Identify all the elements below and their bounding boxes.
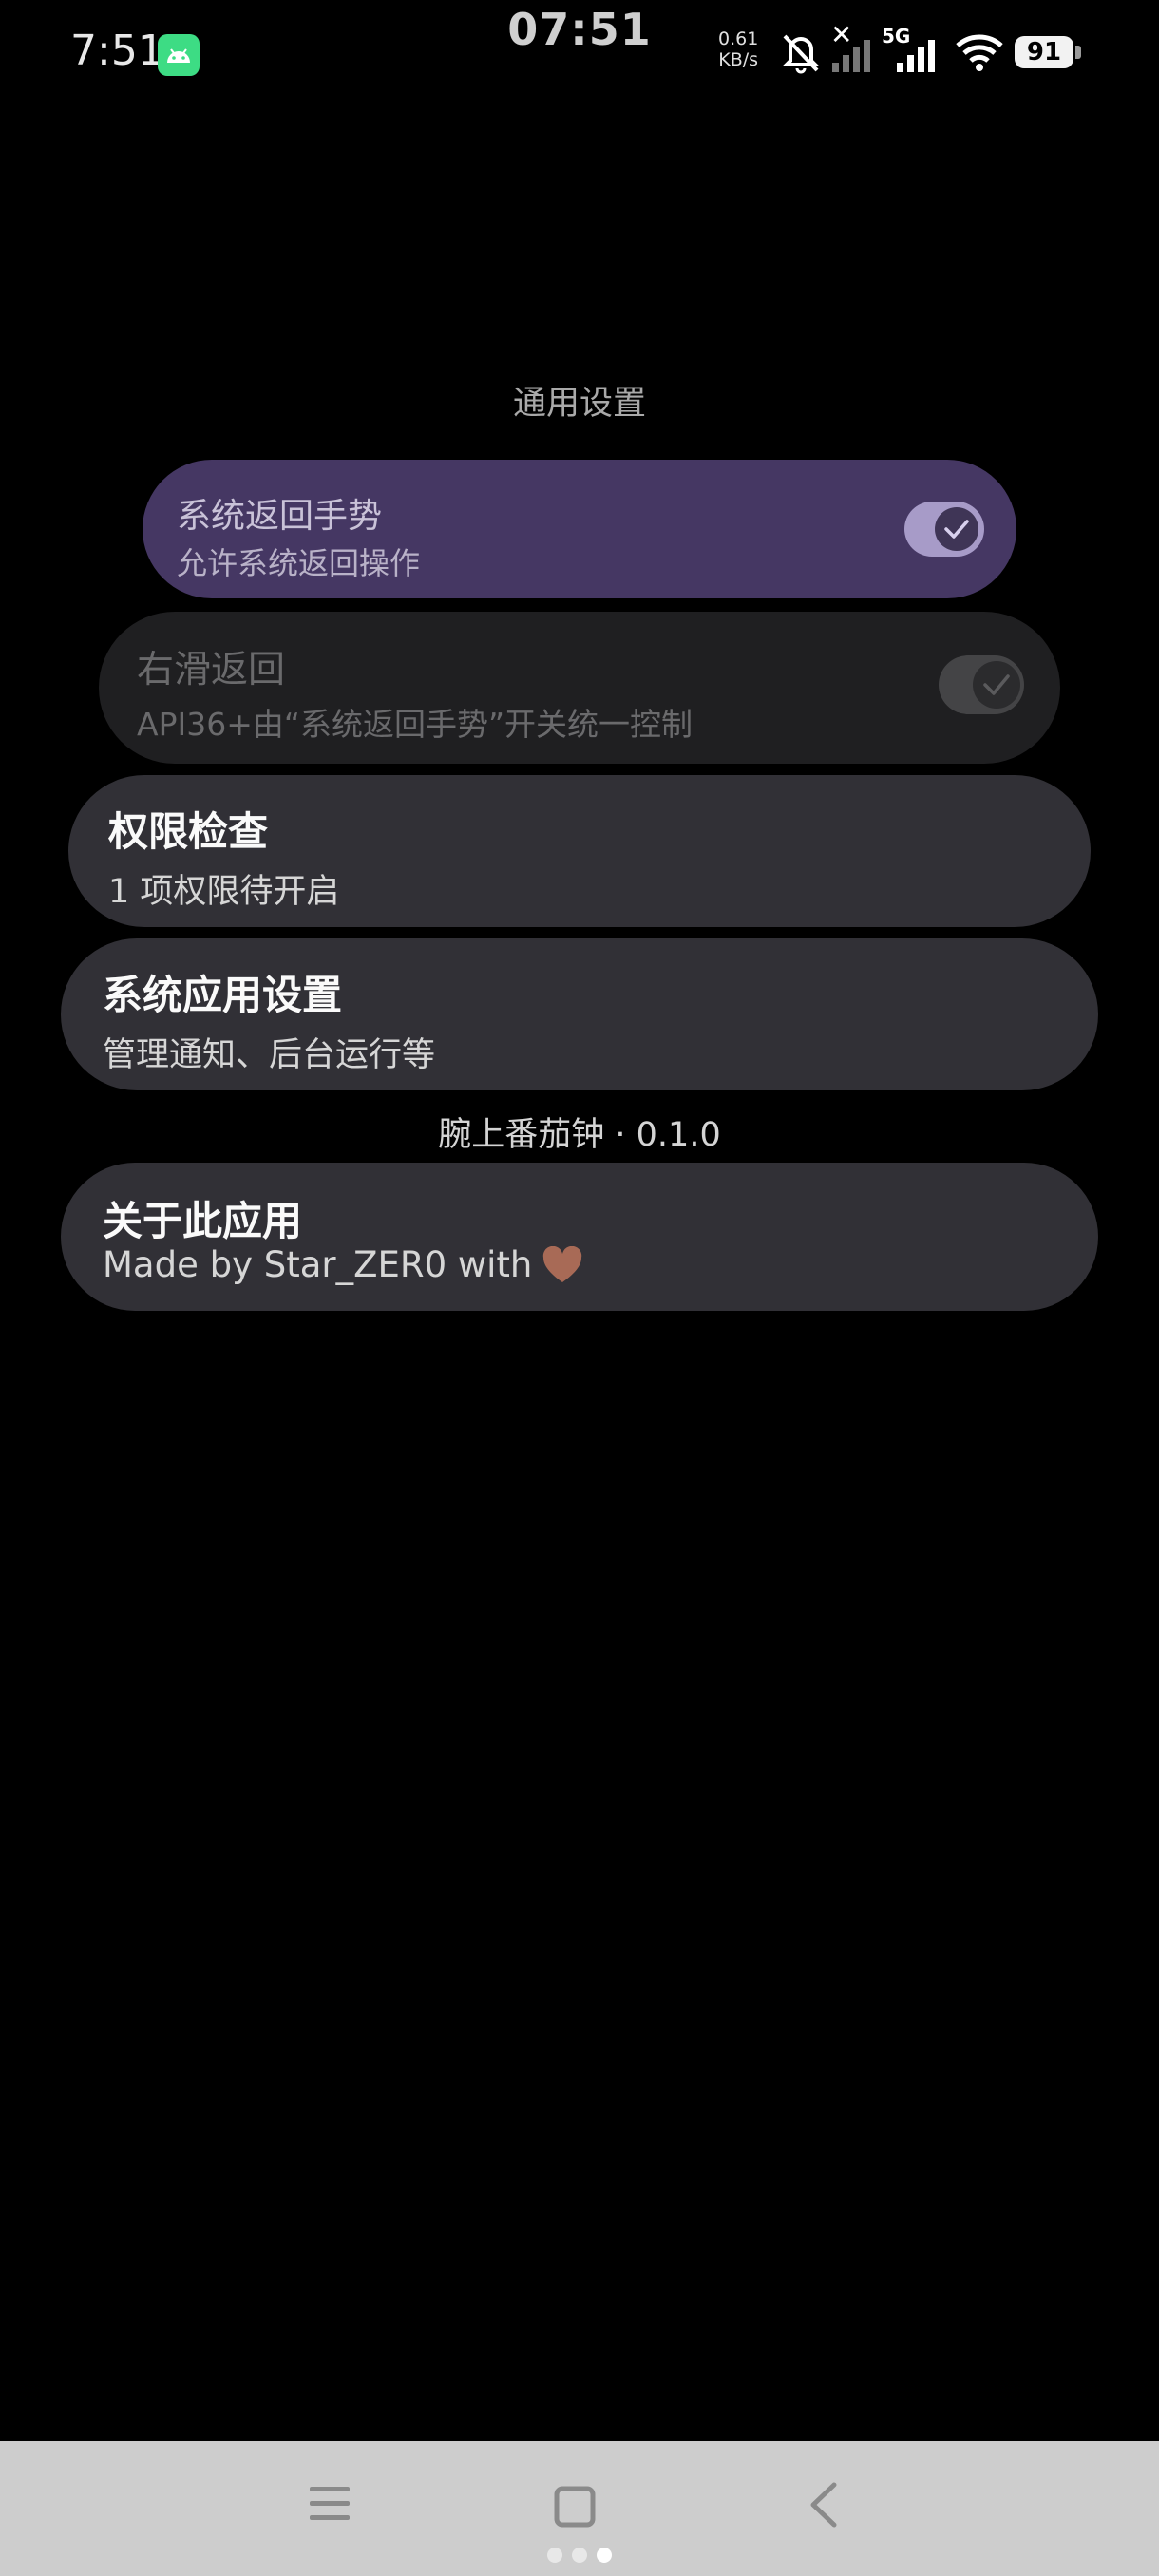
battery-icon: 91 bbox=[1015, 36, 1074, 68]
battery-tip bbox=[1075, 46, 1081, 59]
system-back-gesture-card[interactable]: 系统返回手势 允许系统返回操作 bbox=[142, 460, 1016, 598]
bell-muted-icon bbox=[777, 28, 825, 80]
toggle-knob bbox=[935, 507, 978, 551]
system-back-toggle[interactable] bbox=[904, 502, 984, 557]
permission-check-card[interactable]: 权限检查 1 项权限待开启 bbox=[68, 775, 1091, 927]
home-icon[interactable] bbox=[553, 2485, 597, 2532]
net-speed-value: 0.61 bbox=[718, 28, 759, 49]
signal-5g-icon bbox=[880, 38, 948, 76]
check-icon bbox=[983, 674, 1010, 695]
permission-check-title: 权限检查 bbox=[108, 808, 269, 855]
version-label: 腕上番茄钟 · 0.1.0 bbox=[438, 1116, 721, 1154]
system-app-settings-subtitle: 管理通知、后台运行等 bbox=[103, 1036, 436, 1074]
page-dot bbox=[572, 2548, 587, 2563]
about-app-subtitle-row: Made by Star_ZER0 with bbox=[103, 1244, 583, 1285]
swipe-back-card: 右滑返回 API36+由“系统返回手势”开关统一控制 bbox=[99, 612, 1060, 764]
permission-check-subtitle: 1 项权限待开启 bbox=[108, 873, 340, 911]
toggle-knob bbox=[973, 661, 1020, 709]
swipe-back-toggle bbox=[939, 655, 1024, 714]
system-back-title: 系统返回手势 bbox=[177, 497, 383, 536]
net-speed: 0.61 KB/s bbox=[718, 28, 758, 70]
system-app-settings-card[interactable]: 系统应用设置 管理通知、后台运行等 bbox=[61, 938, 1098, 1090]
swipe-back-subtitle: API36+由“系统返回手势”开关统一控制 bbox=[137, 706, 694, 743]
page-dot-active bbox=[597, 2548, 612, 2563]
system-back-subtitle: 允许系统返回操作 bbox=[177, 545, 421, 581]
page-indicator bbox=[0, 2548, 1159, 2563]
page-dot bbox=[547, 2548, 562, 2563]
about-app-card[interactable]: 关于此应用 Made by Star_ZER0 with bbox=[61, 1163, 1098, 1311]
check-icon bbox=[944, 520, 969, 539]
menu-icon[interactable] bbox=[306, 2483, 353, 2529]
back-icon[interactable] bbox=[804, 2481, 842, 2532]
wifi-icon bbox=[954, 32, 1005, 76]
navigation-bar bbox=[0, 2441, 1159, 2576]
heart-icon bbox=[543, 1245, 582, 1282]
section-title: 通用设置 bbox=[512, 385, 646, 423]
swipe-back-title: 右滑返回 bbox=[137, 649, 286, 691]
system-app-settings-title: 系统应用设置 bbox=[103, 972, 343, 1018]
about-app-subtitle: Made by Star_ZER0 with bbox=[103, 1244, 533, 1285]
about-app-title: 关于此应用 bbox=[103, 1198, 303, 1244]
signal-x-icon bbox=[830, 38, 874, 76]
net-speed-unit: KB/s bbox=[718, 49, 759, 70]
